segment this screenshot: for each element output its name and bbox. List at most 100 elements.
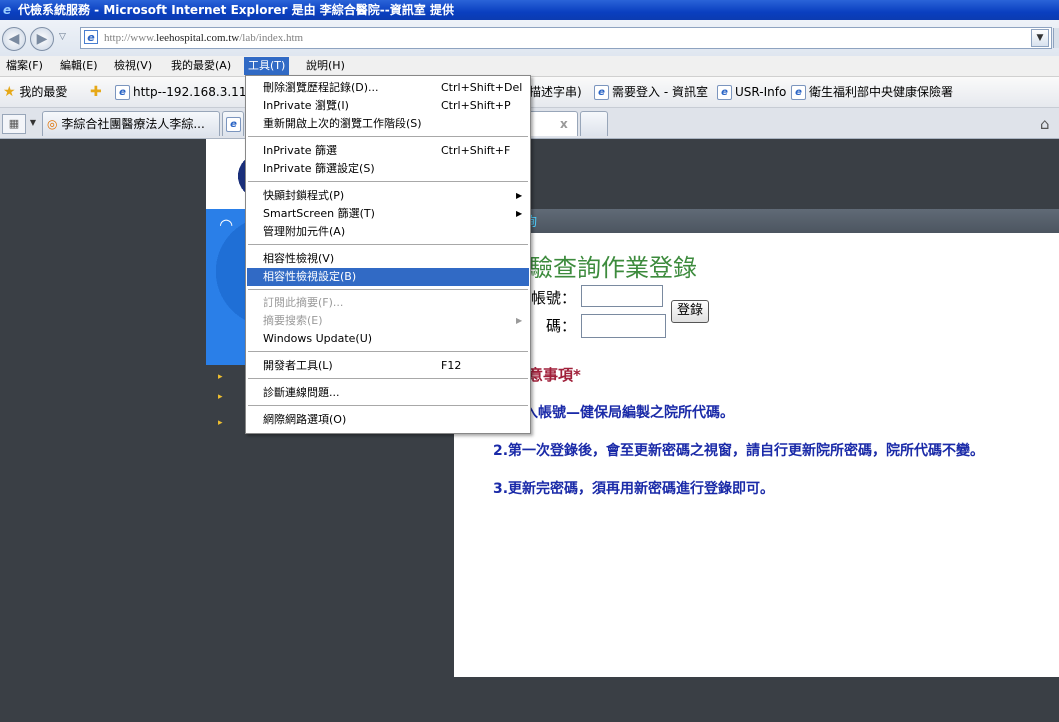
menu-help[interactable]: 說明(H): [302, 57, 349, 75]
close-tab-icon[interactable]: x: [560, 112, 568, 136]
password-label: 碼：: [546, 317, 577, 335]
menu-item-label: 相容性檢視(V): [263, 252, 335, 265]
menu-item-shortcut: Ctrl+Shift+P: [441, 99, 511, 112]
page-icon: e: [594, 85, 609, 100]
note-item: 2.第一次登錄後，會至更新密碼之視窗，請自行更新院所密碼，院所代碼不變。: [493, 443, 985, 459]
tab-list-dropdown[interactable]: ▼: [27, 114, 39, 132]
new-tab-button[interactable]: [580, 111, 608, 136]
bullet-icon[interactable]: ▸: [218, 392, 223, 402]
content-header: 詢: [454, 209, 1059, 233]
menu-separator: [248, 405, 528, 406]
menu-item-shortcut: Ctrl+Shift+F: [441, 144, 511, 157]
menu-item-shortcut: F12: [441, 359, 462, 372]
tab-hospital[interactable]: ◎ 李綜合社團醫療法人李綜...: [42, 111, 220, 136]
quick-tabs-button[interactable]: ▦: [2, 114, 26, 134]
address-bar[interactable]: e http://www.leehospital.com.tw/lab/inde…: [80, 27, 1052, 49]
tab-current[interactable]: x: [527, 111, 578, 136]
menu-tools[interactable]: 工具(T): [244, 57, 290, 75]
submenu-arrow-icon: ▶: [516, 316, 523, 325]
menu-bar: 檔案(F) 編輯(E) 檢視(V) 我的最愛(A) 工具(T) 說明(H): [0, 56, 1059, 77]
menu-item-shortcut: Ctrl+Shift+Del: [441, 81, 523, 94]
favorite-item[interactable]: e 需要登入 - 資訊室: [594, 83, 708, 101]
account-input[interactable]: [581, 285, 663, 307]
menu-view[interactable]: 檢視(V): [110, 57, 156, 75]
menu-item-label: 網際網路選項(O): [263, 413, 347, 426]
menu-item-smartscreen[interactable]: SmartScreen 篩選(T) ▶: [246, 205, 530, 223]
menu-item-label: 訂閱此摘要(F)...: [263, 296, 344, 309]
favorite-label: 描述字串): [529, 85, 582, 99]
refresh-button[interactable]: [1053, 28, 1059, 48]
url-domain: leehospital.com.tw: [156, 32, 240, 44]
menu-item-popup-blocker[interactable]: 快顯封鎖程式(P) ▶: [246, 187, 530, 205]
password-input[interactable]: [581, 314, 666, 338]
menu-item-label: 相容性檢視設定(B): [263, 270, 357, 283]
menu-separator: [248, 181, 528, 182]
forward-button[interactable]: ▶: [30, 27, 54, 51]
menu-item-inprivate-filter[interactable]: InPrivate 篩選 Ctrl+Shift+F: [246, 142, 530, 160]
page-icon: e: [84, 30, 98, 44]
favorite-item[interactable]: e 衛生福利部中央健康保險署: [791, 83, 953, 101]
submenu-arrow-icon: ▶: [516, 209, 523, 218]
menu-item-label: 快顯封鎖程式(P): [263, 189, 345, 202]
menu-item-inprivate-browsing[interactable]: InPrivate 瀏覽(I) Ctrl+Shift+P: [246, 97, 530, 115]
add-star-icon: ✚: [90, 84, 102, 100]
add-favorite-button[interactable]: ✚: [90, 83, 102, 101]
bullet-icon[interactable]: ▸: [218, 372, 223, 382]
menu-edit[interactable]: 編輯(E): [56, 57, 102, 75]
banner-glyph: ◠: [220, 215, 233, 234]
menu-item-label: InPrivate 篩選: [263, 144, 338, 157]
login-button[interactable]: 登錄: [671, 300, 709, 323]
favorite-item[interactable]: e USR-Info: [717, 83, 786, 101]
submenu-arrow-icon: ▶: [516, 191, 523, 200]
bullet-icon[interactable]: ▸: [218, 418, 223, 428]
menu-item-compat-view[interactable]: 相容性檢視(V): [246, 250, 530, 268]
menu-item-internet-options[interactable]: 網際網路選項(O): [246, 411, 530, 429]
forward-arrow-icon: ▶: [36, 31, 48, 47]
menu-item-subscribe-feed[interactable]: 訂閱此摘要(F)...: [246, 294, 530, 312]
note-item: 3.更新完密碼，須再用新密碼進行登錄即可。: [493, 481, 775, 497]
menu-item-label: 管理附加元件(A): [263, 225, 346, 238]
menu-separator: [248, 289, 528, 290]
page-icon: e: [226, 117, 241, 132]
chevron-down-icon: ▼: [1036, 33, 1044, 43]
star-icon: ★: [3, 84, 16, 100]
menu-item-compat-view-settings[interactable]: 相容性檢視設定(B): [247, 268, 529, 286]
menu-item-inprivate-filter-settings[interactable]: InPrivate 篩選設定(S): [246, 160, 530, 178]
favorites-label: 我的最愛: [19, 85, 68, 99]
menu-item-windows-update[interactable]: Windows Update(U): [246, 330, 530, 348]
favorites-button[interactable]: ★ 我的最愛: [3, 83, 67, 101]
menu-item-label: 刪除瀏覽歷程記錄(D)...: [263, 81, 379, 94]
recent-pages-dropdown[interactable]: ▽: [59, 32, 66, 42]
favorite-label: 衛生福利部中央健康保險署: [809, 85, 954, 99]
favorite-label: USR-Info: [735, 85, 787, 99]
menu-item-manage-addons[interactable]: 管理附加元件(A): [246, 223, 530, 241]
menu-item-developer-tools[interactable]: 開發者工具(L) F12: [246, 357, 530, 375]
menu-item-delete-history[interactable]: 刪除瀏覽歷程記錄(D)... Ctrl+Shift+Del: [246, 79, 530, 97]
menu-item-reopen-session[interactable]: 重新開啟上次的瀏覽工作階段(S): [246, 115, 530, 133]
menu-item-feed-discovery[interactable]: 摘要搜索(E) ▶: [246, 312, 530, 330]
navigation-bar: ◀ ▶ ▽ e http://www.leehospital.com.tw/la…: [0, 20, 1059, 57]
home-icon[interactable]: ⌂: [1040, 115, 1050, 133]
menu-item-label: SmartScreen 篩選(T): [263, 207, 375, 220]
page-title: 驗查詢作業登錄: [529, 254, 697, 282]
address-url[interactable]: http://www.leehospital.com.tw/lab/index.…: [104, 30, 303, 46]
menu-item-diagnose-connection[interactable]: 診斷連線問題...: [246, 384, 530, 402]
menu-file[interactable]: 檔案(F): [2, 57, 47, 75]
back-button[interactable]: ◀: [2, 27, 26, 51]
menu-favorites[interactable]: 我的最愛(A): [167, 57, 235, 75]
menu-separator: [248, 378, 528, 379]
address-dropdown-button[interactable]: ▼: [1031, 29, 1049, 47]
url-prefix: http://www.: [104, 32, 157, 44]
chevron-down-icon: ▽: [59, 32, 66, 42]
ie-logo-icon: e: [3, 3, 12, 17]
page-icon: e: [717, 85, 732, 100]
tab-second[interactable]: e: [222, 111, 244, 136]
menu-item-label: 重新開啟上次的瀏覽工作階段(S): [263, 117, 422, 130]
menu-item-label: InPrivate 瀏覽(I): [263, 99, 349, 112]
note-item: 入帳號—健保局編製之院所代碼。: [524, 405, 734, 421]
menu-item-label: 開發者工具(L): [263, 359, 333, 372]
tools-menu: 刪除瀏覽歷程記錄(D)... Ctrl+Shift+Del InPrivate 瀏…: [245, 75, 531, 434]
favorite-item[interactable]: 描述字串): [529, 83, 582, 101]
chevron-down-icon: ▼: [29, 118, 37, 127]
url-path: /lab/index.htm: [239, 32, 304, 44]
